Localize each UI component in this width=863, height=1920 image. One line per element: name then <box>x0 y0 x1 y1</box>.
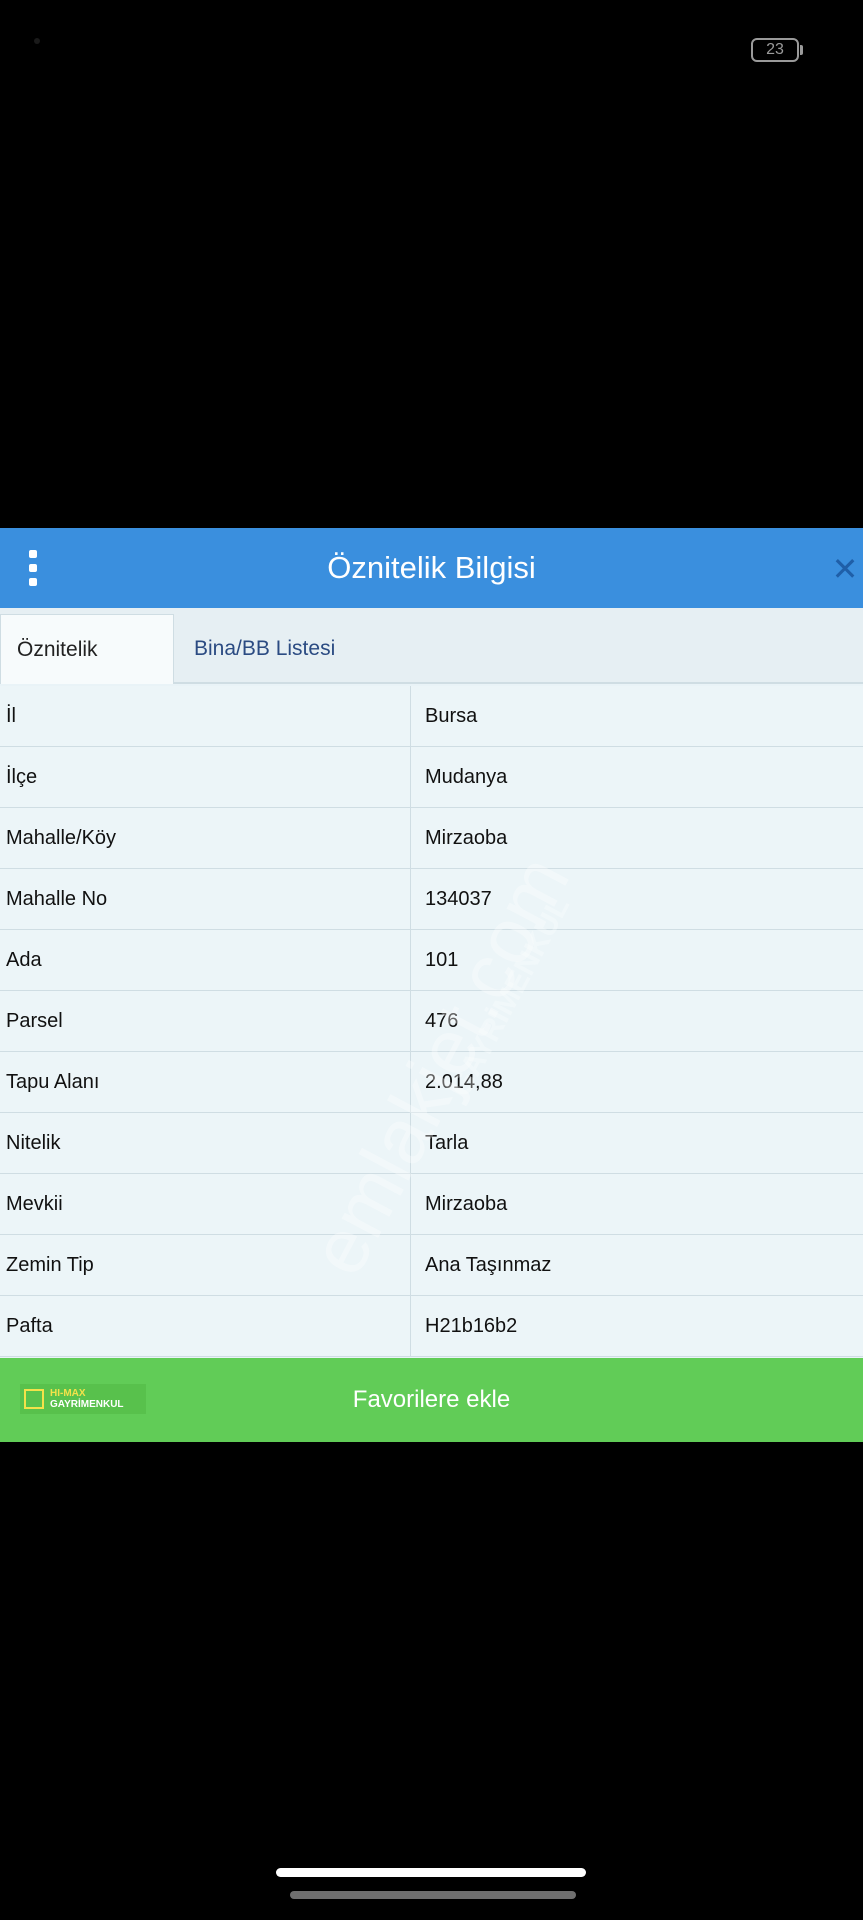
column-divider <box>410 808 411 869</box>
home-indicator-shadow <box>290 1891 576 1899</box>
row-key: Mevkii <box>6 1193 63 1215</box>
table-row: İlçe Mudanya <box>0 747 863 808</box>
agency-logo: HI-MAX GAYRİMENKUL <box>20 1384 146 1414</box>
table-row: Mahalle No 134037 <box>0 869 863 930</box>
column-divider <box>410 1296 411 1357</box>
column-divider <box>410 1235 411 1296</box>
attribute-table: İl Bursa İlçe Mudanya Mahalle/Köy Mirzao… <box>0 686 863 1357</box>
row-key: Mahalle No <box>6 888 108 910</box>
table-row: Nitelik Tarla <box>0 1113 863 1174</box>
tab-building-list[interactable]: Bina/BB Listesi <box>178 614 351 684</box>
agency-logo-text: HI-MAX GAYRİMENKUL <box>50 1388 124 1410</box>
footer-bar: Favorilere ekle HI-MAX GAYRİMENKUL <box>0 1358 863 1442</box>
table-row: Zemin Tip Ana Taşınmaz <box>0 1235 863 1296</box>
tab-attribute-info[interactable]: Öznitelik Bilgisi <box>0 614 174 731</box>
row-key: Mahalle/Köy <box>6 827 117 849</box>
column-divider <box>410 747 411 808</box>
column-divider <box>410 686 411 747</box>
row-key: İl <box>6 705 16 727</box>
row-value: Mirzaoba <box>425 827 508 849</box>
column-divider <box>410 1174 411 1235</box>
row-key: Ada <box>6 949 42 971</box>
row-key: İlçe <box>6 766 38 788</box>
column-divider <box>410 930 411 991</box>
phone-screen: 23 Öznitelik Bilgisi ✕ Öznitelik Bilgisi… <box>0 0 863 1920</box>
dialog-header: Öznitelik Bilgisi ✕ <box>0 528 863 608</box>
table-row: Parsel 476 <box>0 991 863 1052</box>
row-value: Mudanya <box>425 766 508 788</box>
table-row: Pafta H21b16b2 <box>0 1296 863 1357</box>
table-row: Mevkii Mirzaoba <box>0 1174 863 1235</box>
battery-level: 23 <box>766 41 784 58</box>
column-divider <box>410 1052 411 1113</box>
table-row: Tapu Alanı 2.014,88 <box>0 1052 863 1113</box>
table-row: İl Bursa <box>0 686 863 747</box>
row-value: Ana Taşınmaz <box>425 1254 552 1276</box>
column-divider <box>410 991 411 1052</box>
row-value: Mirzaoba <box>425 1193 508 1215</box>
dialog-title: Öznitelik Bilgisi <box>327 550 536 585</box>
table-row: Mahalle/Köy Mirzaoba <box>0 808 863 869</box>
camera-dot <box>34 38 40 44</box>
table-row: Ada 101 <box>0 930 863 991</box>
row-value: Bursa <box>425 705 478 727</box>
row-key: Parsel <box>6 1010 63 1032</box>
row-key: Tapu Alanı <box>6 1071 100 1093</box>
column-divider <box>410 1113 411 1174</box>
row-value: 101 <box>425 949 459 971</box>
agency-logo-bottom: GAYRİMENKUL <box>50 1399 124 1410</box>
row-value: H21b16b2 <box>425 1315 518 1337</box>
column-divider <box>410 869 411 930</box>
close-icon[interactable]: ✕ <box>828 552 862 586</box>
row-value: 2.014,88 <box>425 1071 503 1093</box>
row-value: 476 <box>425 1010 459 1032</box>
battery-tip <box>800 45 803 55</box>
battery-icon: 23 <box>751 38 799 62</box>
agency-logo-top: HI-MAX <box>50 1388 86 1399</box>
row-key: Nitelik <box>6 1132 61 1154</box>
row-value: Tarla <box>425 1132 469 1154</box>
home-indicator[interactable] <box>276 1868 586 1877</box>
house-icon <box>24 1389 44 1409</box>
attribute-info-dialog: Öznitelik Bilgisi ✕ Öznitelik Bilgisi Bi… <box>0 528 863 1442</box>
row-value: 134037 <box>425 888 492 910</box>
tab-bar: Öznitelik Bilgisi Bina/BB Listesi <box>0 608 863 731</box>
row-key: Pafta <box>6 1315 53 1337</box>
row-key: Zemin Tip <box>6 1254 94 1276</box>
